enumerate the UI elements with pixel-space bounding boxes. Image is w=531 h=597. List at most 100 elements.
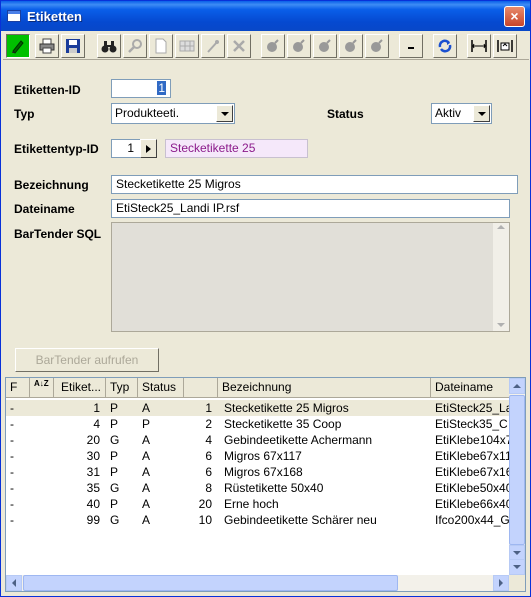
cell-etiketten-id: 35 [86,481,100,495]
stamp-button[interactable] [201,34,225,58]
filter-button[interactable] [123,34,147,58]
cell-dateiname: EtiKlebe50x40 [435,481,513,495]
etiketten-id-field[interactable]: 1 [111,79,171,98]
bezeichnung-field[interactable]: Stecketikette 25 Migros [111,175,518,194]
chevron-down-icon[interactable] [473,105,490,122]
cell-dateiname: EtiKlebe66x40 [435,497,513,511]
action-button-2[interactable] [287,34,311,58]
save-button[interactable] [61,34,85,58]
cell-f: - [10,497,14,511]
grid-vertical-scrollbar[interactable] [509,378,525,575]
bomb-icon-5 [371,39,383,52]
title-bar[interactable]: Etiketten × [1,1,530,31]
scroll-up-button[interactable] [509,378,525,394]
chevron-down-icon[interactable] [216,105,233,122]
cell-bezeichnung: Gebindeetikette Schärer neu [224,513,377,527]
delete-button[interactable] [227,34,251,58]
scrollbar-corner [509,575,525,591]
table-row[interactable]: - 99 G A 10 Gebindeetikette Schärer neu Ifco20… [6,512,516,528]
status-select[interactable]: Aktiv [431,103,492,124]
scroll-down-button[interactable] [509,559,525,575]
dateiname-field[interactable]: EtiSteck25_Landi IP.rsf [111,199,510,218]
action-button-4[interactable] [339,34,363,58]
cell-nummer: 20 [198,497,212,511]
collapse-button[interactable] [467,34,491,58]
cell-dateiname: Ifco200x44_G [435,513,510,527]
cell-nummer: 8 [205,481,212,495]
action-button-1[interactable] [261,34,285,58]
bomb-icon-3 [319,39,331,52]
print-button[interactable] [35,34,59,58]
cell-dateiname: EtiSteck25_La [435,401,513,415]
grid-header: F A↓Z Etiket... Typ Status Bezeichnung D… [6,378,516,398]
typ-label: Typ [14,107,35,121]
typ-select[interactable]: Produkteeti. [111,103,235,124]
bomb-icon-2 [293,39,305,52]
col-header-bezeichnung[interactable]: Bezeichnung [218,378,431,398]
cell-status: A [142,449,151,463]
new-button[interactable] [149,34,173,58]
table-row[interactable]: -4 P P 2 Stecketikette 35 Coop EtiSteck35_C [6,416,516,432]
refresh-icon [438,39,452,53]
col-header-dateiname[interactable]: Dateiname [431,378,516,398]
cell-nummer: 2 [205,417,212,431]
horizontal-scroll-thumb[interactable] [23,575,398,591]
col-header-nummer[interactable] [184,378,218,398]
cell-typ: P [110,449,119,463]
cell-typ: P [110,465,119,479]
table-row[interactable]: - 31 P A 6 Migros 67x168 EtiKlebe67x16 [6,464,516,480]
close-button[interactable]: × [504,6,525,27]
cell-bezeichnung: Migros 67x168 [224,465,303,479]
etiketten-window: Etiketten × Etiketten-ID 1 Typ Produktee… [0,0,531,597]
etikettentyp-goto-button[interactable] [140,139,157,158]
scroll-left-button[interactable] [6,575,22,591]
minus-button[interactable] [399,34,423,58]
table-row[interactable]: -1 P A 1 Stecketikette 25 Migros EtiSteck25_L… [6,400,516,416]
sql-scrollbar[interactable] [493,223,509,331]
cell-nummer: 6 [205,449,212,463]
cell-f: - [10,449,14,463]
grid-horizontal-scrollbar[interactable] [6,575,509,591]
etiketten-id-value: 1 [157,81,166,95]
search-button[interactable] [97,34,121,58]
grid-button[interactable] [175,34,199,58]
arrows-in-icon [471,40,487,52]
scroll-up-icon[interactable] [497,225,505,229]
cell-bezeichnung: Stecketikette 35 Coop [224,417,342,431]
col-header-status[interactable]: Status [138,378,184,398]
bartender-sql-textarea[interactable] [111,222,510,332]
cell-f: - [10,433,14,447]
arrow-right-icon [146,144,151,153]
col-header-f[interactable]: F [6,378,30,398]
edit-button[interactable] [6,34,30,58]
bartender-aufrufen-button[interactable]: BarTender aufrufen [15,348,159,372]
window-icon [7,10,21,22]
etikettentyp-name: Stecketikette 25 [165,139,308,158]
table-row[interactable]: - 20 G A 4 Gebindeetikette Achermann EtiKlebe1… [6,432,516,448]
scroll-right-button[interactable] [493,575,509,591]
table-row[interactable]: - 30 P A 6 Migros 67x117 EtiKlebe67x11 [6,448,516,464]
bomb-icon [267,39,279,52]
col-header-etiketten-id[interactable]: Etiket... [54,378,106,398]
cell-status: A [142,513,151,527]
pencil-icon [12,40,24,54]
action-button-3[interactable] [313,34,337,58]
refresh-button[interactable] [433,34,457,58]
binoculars-icon [101,41,117,53]
col-header-typ[interactable]: Typ [106,378,138,398]
table-row[interactable]: - 40 P A 20 Erne hoch EtiKlebe66x40 [6,496,516,512]
action-button-5[interactable] [365,34,389,58]
cell-etiketten-id: 20 [86,433,100,447]
table-row[interactable]: - 35 G A 8 Rüstetikette 50x40 EtiKlebe50x40 [6,480,516,496]
cell-nummer: 10 [198,513,212,527]
minus-icon [408,47,414,49]
etikettentyp-id-field[interactable]: 1 [111,139,141,158]
cell-etiketten-id: 99 [86,513,100,527]
cell-f: - [10,481,14,495]
vertical-scroll-thumb[interactable] [509,395,525,545]
scroll-down-icon[interactable] [497,323,505,327]
cell-nummer: 1 [205,401,212,415]
cell-nummer: 4 [205,433,212,447]
sort-az-icon[interactable]: A↓Z [30,378,54,398]
expand-button[interactable] [493,34,517,58]
